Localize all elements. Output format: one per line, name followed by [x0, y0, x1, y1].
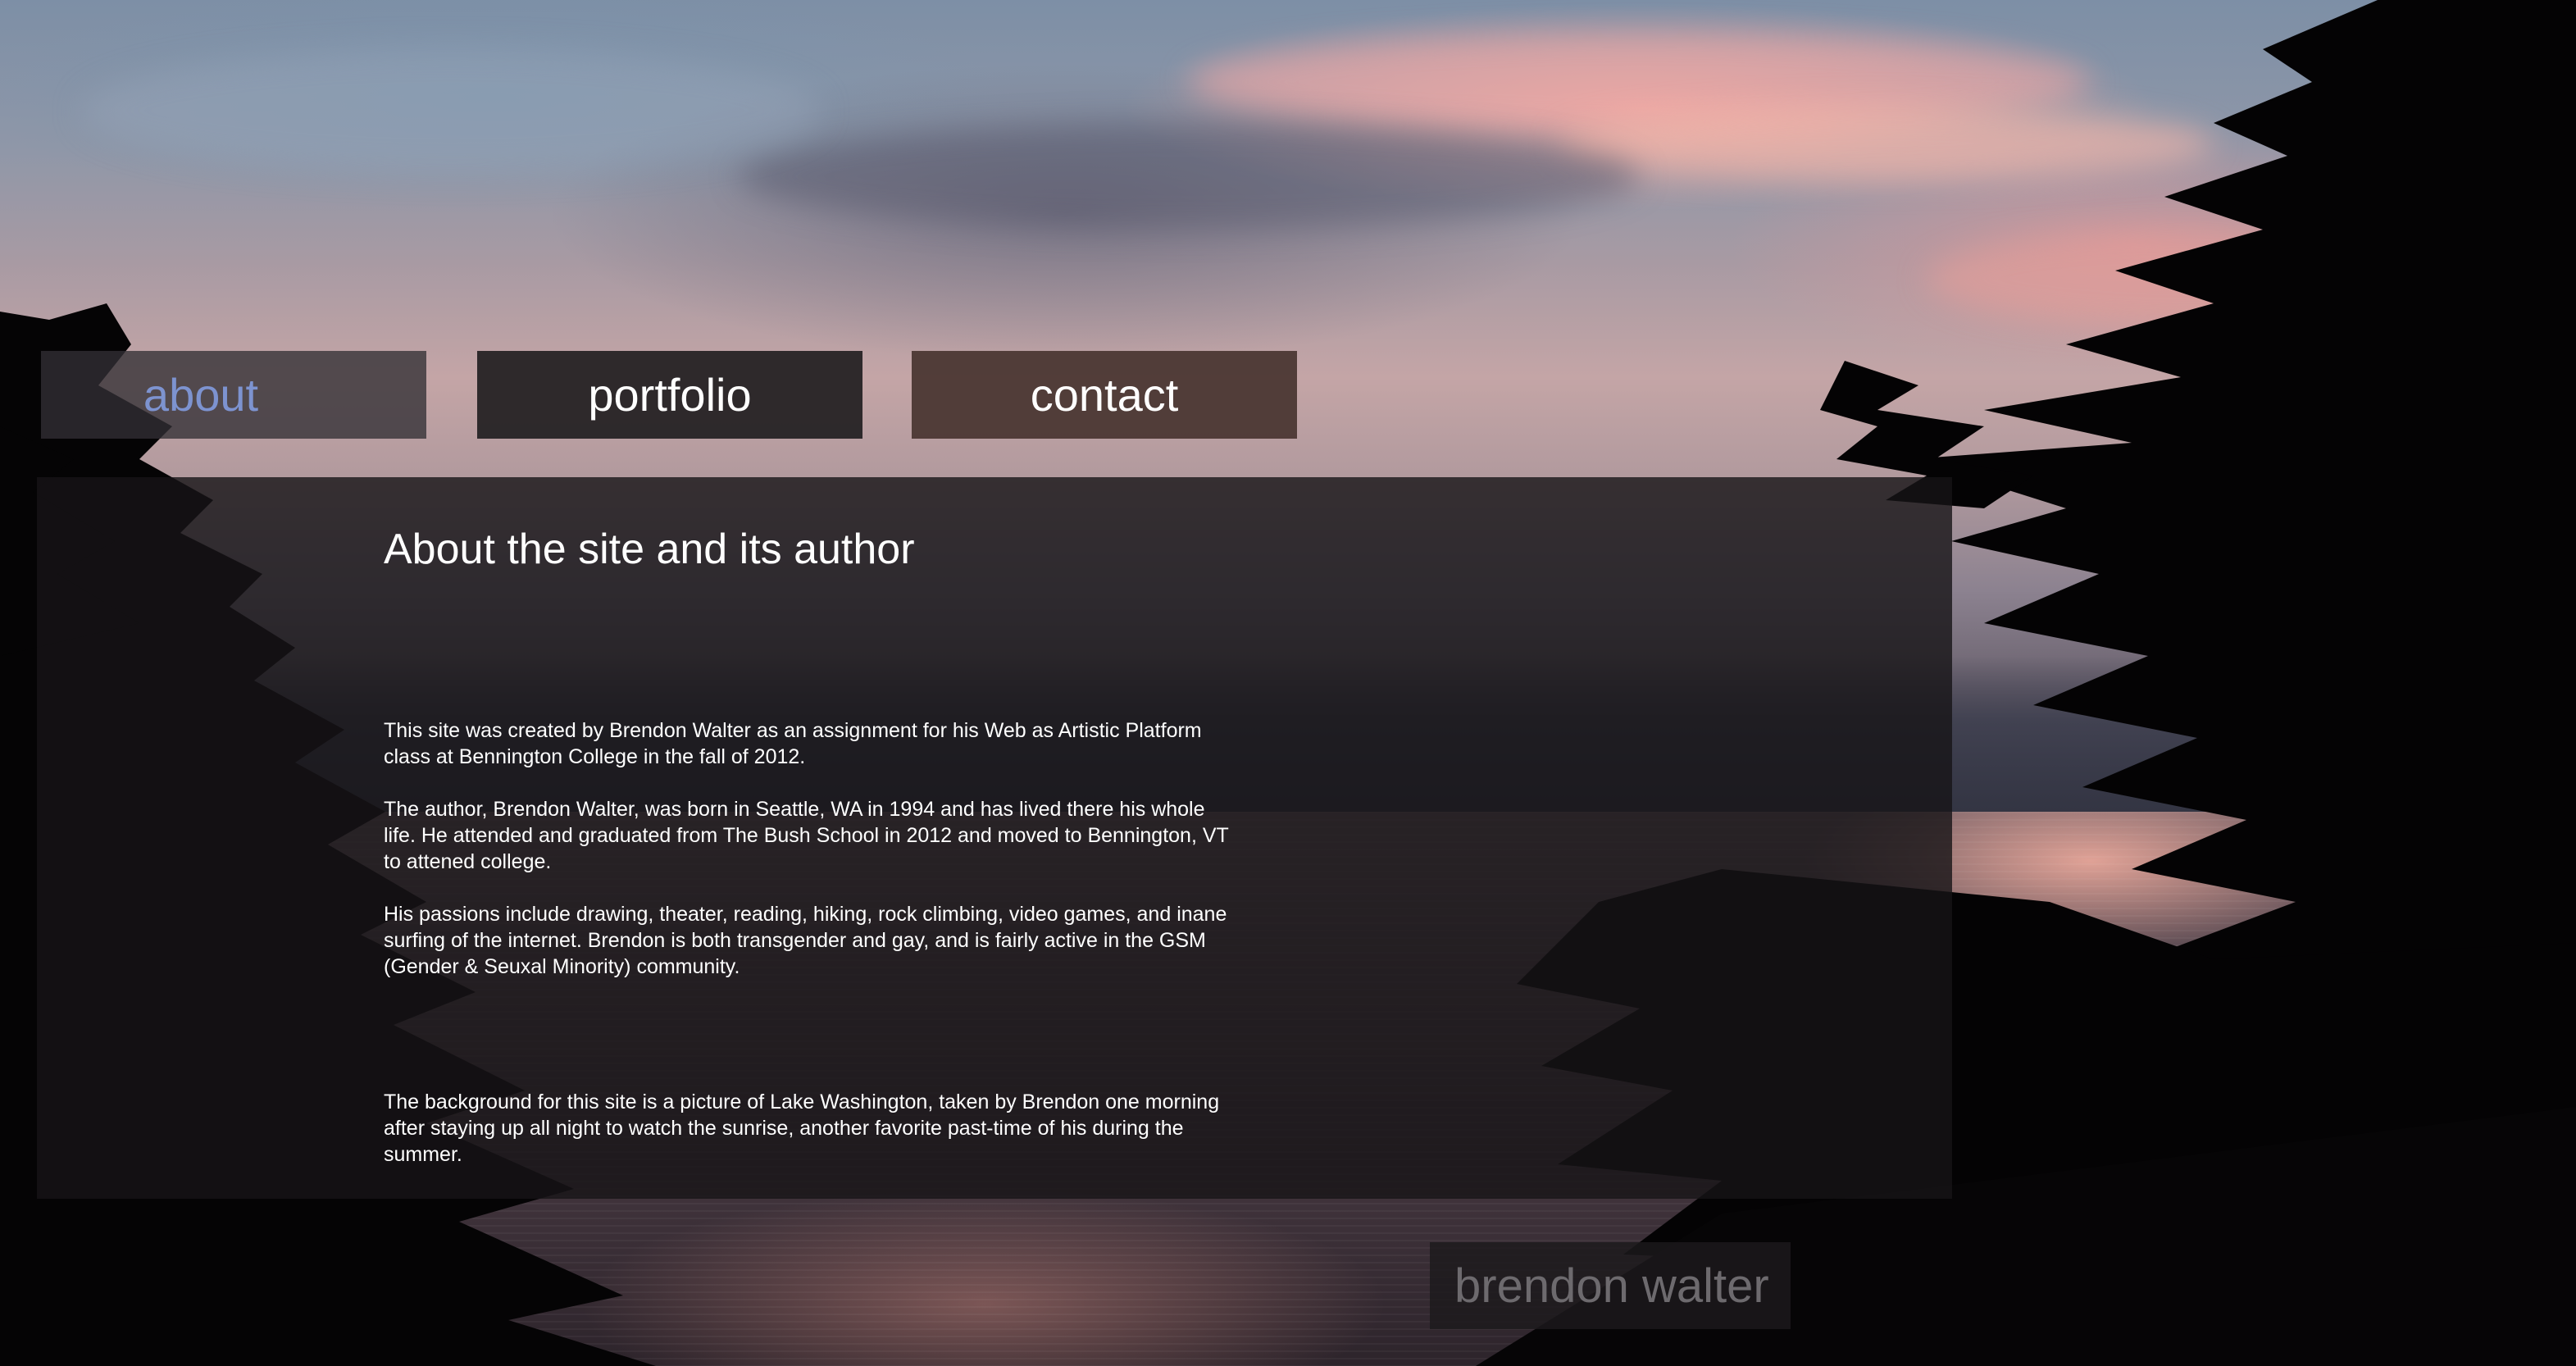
nav-contact-label: contact — [1030, 368, 1179, 421]
site-author-name: brendon walter — [1430, 1242, 1791, 1329]
paragraph-passions: His passions include drawing, theater, r… — [384, 903, 1227, 978]
paragraph-author-bio: The author, Brendon Walter, was born in … — [384, 798, 1229, 873]
nav-portfolio-label: portfolio — [588, 368, 752, 421]
page-title: About the site and its author — [384, 526, 915, 573]
nav-contact-link[interactable]: contact — [912, 351, 1297, 439]
content-panel: About the site and its author This site … — [37, 477, 1952, 1199]
content-body: About the site and its author This site … — [384, 526, 1269, 1166]
nav-portfolio-link[interactable]: portfolio — [477, 351, 862, 439]
paragraph-site-info: This site was created by Brendon Walter … — [384, 719, 1202, 768]
nav-about-label: about — [143, 368, 259, 421]
nav-about-link[interactable]: about — [41, 351, 426, 439]
site-author-name-text: brendon walter — [1454, 1259, 1769, 1313]
paragraph-background-note: The background for this site is a pictur… — [384, 1091, 1220, 1166]
